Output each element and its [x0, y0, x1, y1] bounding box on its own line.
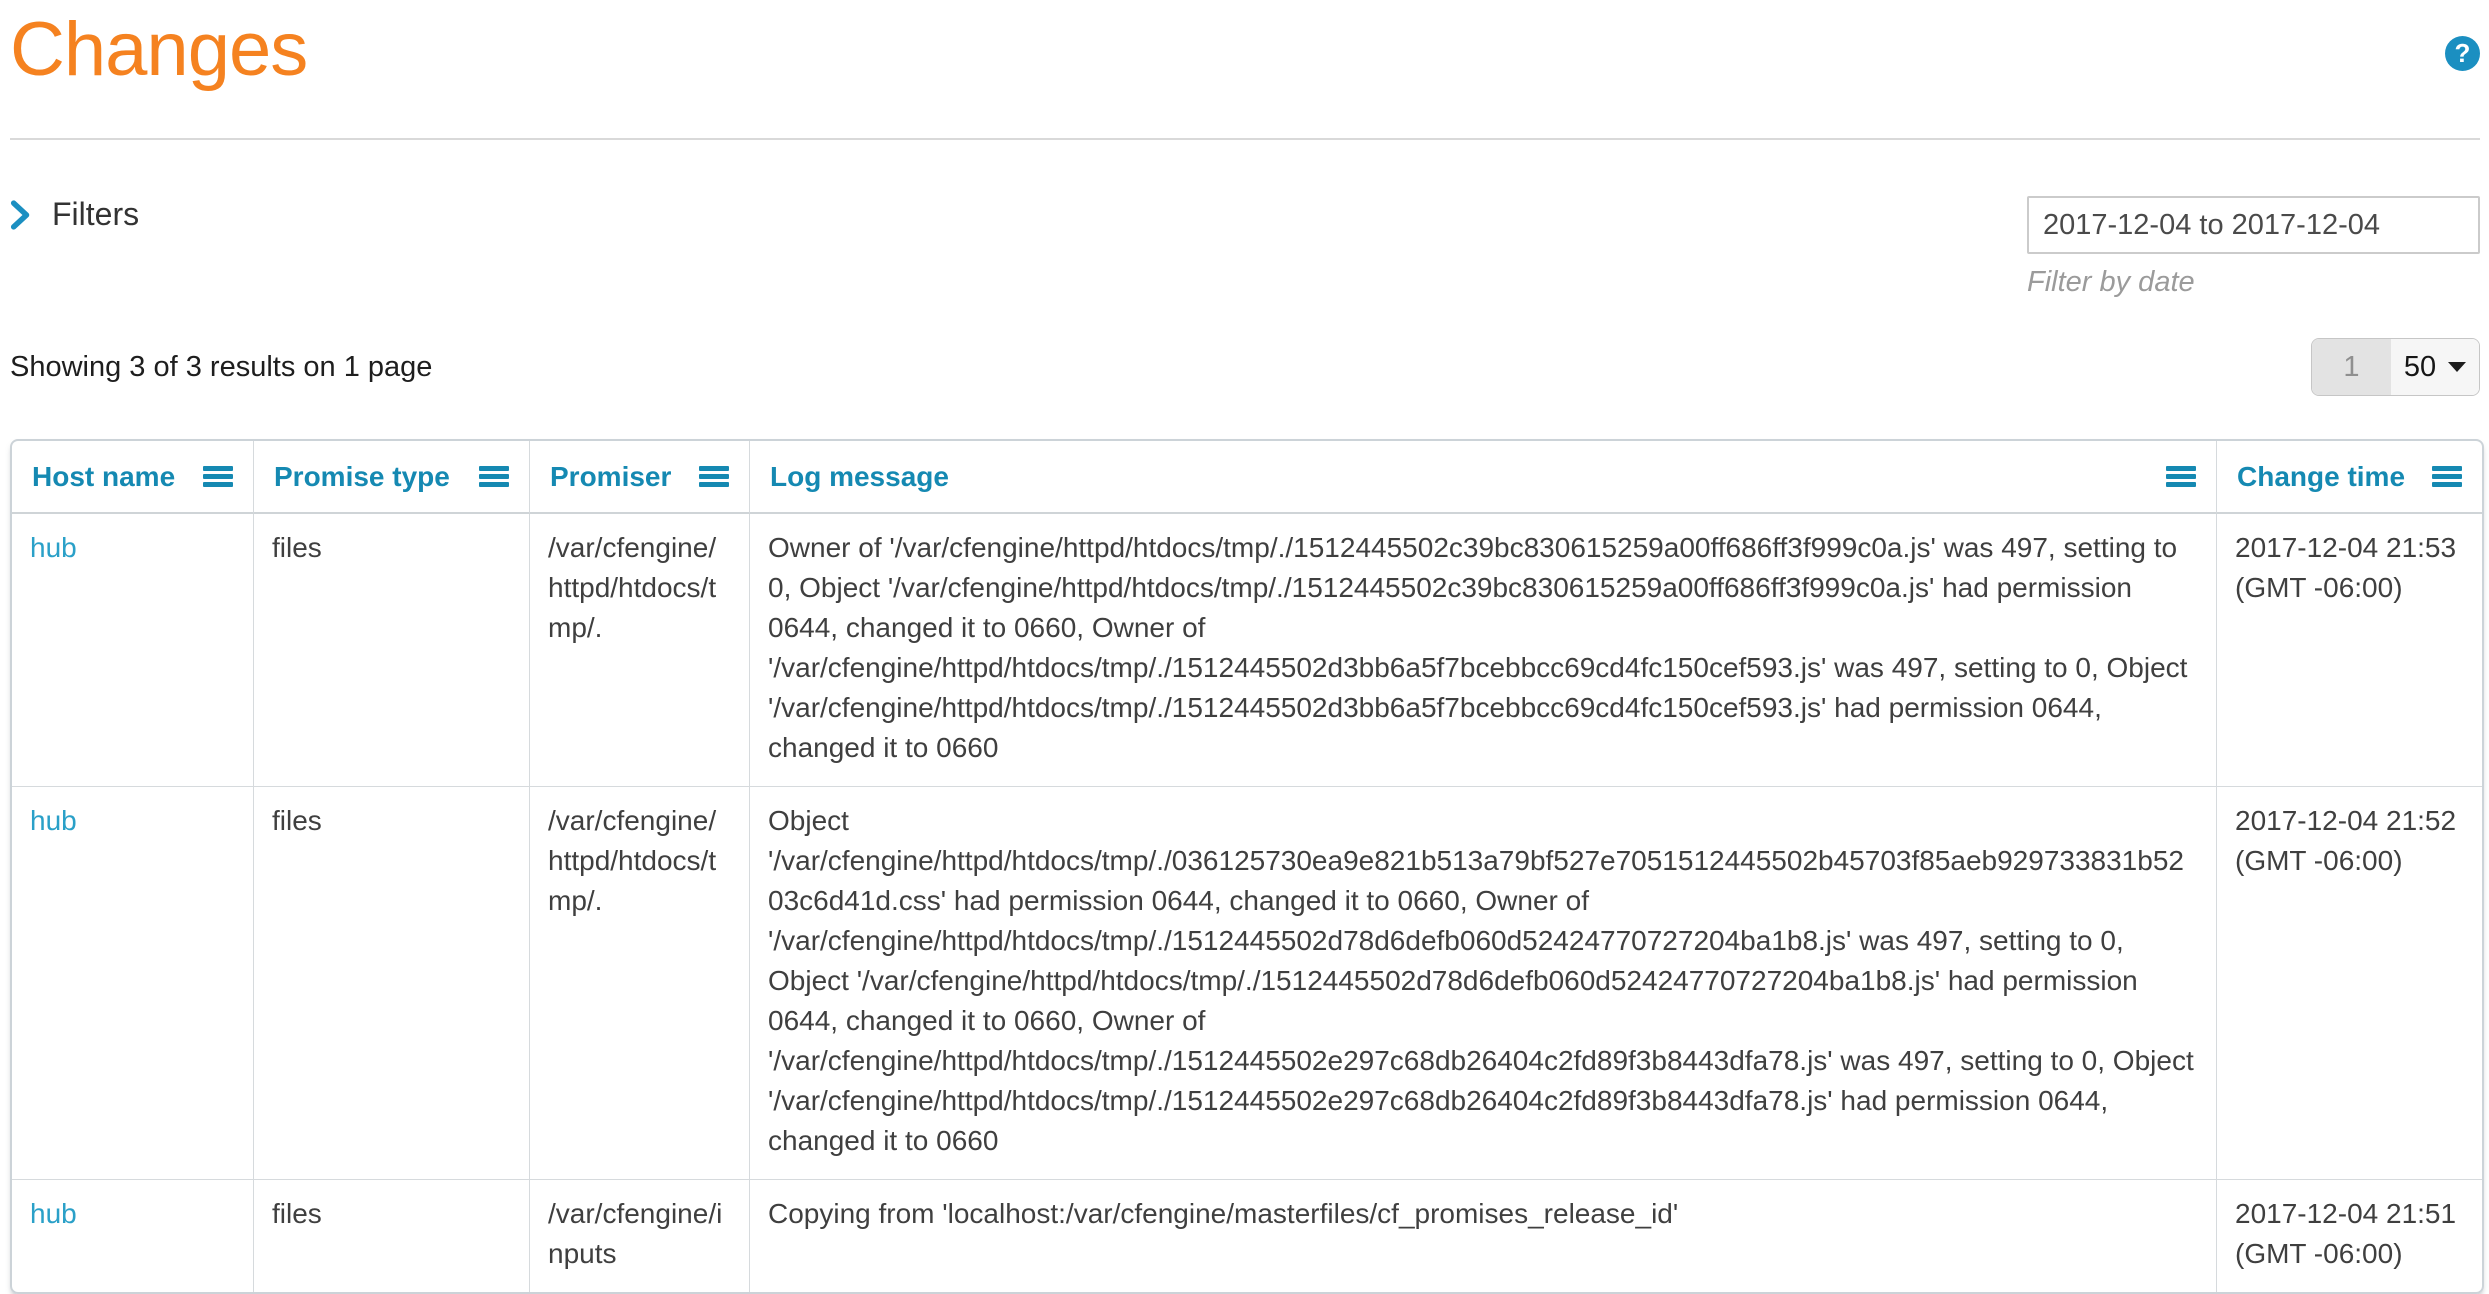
- date-filter-hint: Filter by date: [2027, 266, 2480, 299]
- host-link[interactable]: hub: [30, 805, 77, 836]
- cell-time: 2017-12-04 21:53 (GMT -06:00): [2217, 514, 2482, 786]
- results-row: Showing 3 of 3 results on 1 page 1 50: [10, 338, 2480, 396]
- filters-label: Filters: [52, 196, 139, 233]
- column-header-promiser: Promiser: [530, 441, 750, 514]
- page-title: Changes: [10, 4, 307, 96]
- column-menu-icon[interactable]: [699, 466, 729, 487]
- column-label: Change time: [2237, 461, 2405, 493]
- date-range-input[interactable]: [2027, 196, 2480, 254]
- page-size-value: 50: [2404, 351, 2436, 384]
- table-row: hub files/var/cfengine/httpd/htdocs/tmp/.…: [12, 514, 2482, 786]
- help-icon[interactable]: ?: [2445, 36, 2480, 71]
- page-header: Changes ?: [10, 0, 2480, 96]
- cell-promise-type: files: [254, 514, 530, 786]
- cell-host: hub: [12, 514, 254, 786]
- column-label: Promise type: [274, 461, 450, 493]
- chevron-right-icon: [10, 200, 32, 230]
- column-label: Host name: [32, 461, 175, 493]
- cell-host: hub: [12, 786, 254, 1179]
- cell-log: Owner of '/var/cfengine/httpd/htdocs/tmp…: [750, 514, 2217, 786]
- pagination: 1 50: [2311, 338, 2480, 396]
- header-divider: [10, 138, 2480, 140]
- cell-promise-type: files: [254, 786, 530, 1179]
- changes-table: Host name Promise type Promiser Log message…: [10, 439, 2484, 1294]
- page-size-dropdown[interactable]: 50: [2391, 339, 2479, 395]
- page-number-button[interactable]: 1: [2312, 339, 2391, 395]
- column-header-host: Host name: [12, 441, 254, 514]
- date-filter-group: Filter by date: [2027, 196, 2480, 299]
- column-header-promise-type: Promise type: [254, 441, 530, 514]
- column-menu-icon[interactable]: [2166, 466, 2196, 487]
- column-header-log: Log message: [750, 441, 2217, 514]
- column-header-time: Change time: [2217, 441, 2482, 514]
- cell-log: Object '/var/cfengine/httpd/htdocs/tmp/.…: [750, 786, 2217, 1179]
- column-label: Promiser: [550, 461, 671, 493]
- host-link[interactable]: hub: [30, 532, 77, 563]
- caret-down-icon: [2448, 362, 2466, 372]
- cell-time: 2017-12-04 21:52 (GMT -06:00): [2217, 786, 2482, 1179]
- column-label: Log message: [770, 461, 949, 493]
- host-link[interactable]: hub: [30, 1198, 77, 1229]
- table-header-row: Host name Promise type Promiser Log message…: [12, 441, 2482, 514]
- cell-promiser: /var/cfengine/httpd/htdocs/tmp/.: [530, 514, 750, 786]
- column-menu-icon[interactable]: [2432, 466, 2462, 487]
- results-summary: Showing 3 of 3 results on 1 page: [10, 351, 432, 384]
- filters-toggle[interactable]: Filters: [10, 196, 139, 233]
- column-menu-icon[interactable]: [203, 466, 233, 487]
- table-body: hub files/var/cfengine/httpd/htdocs/tmp/.…: [12, 514, 2482, 1292]
- column-menu-icon[interactable]: [479, 466, 509, 487]
- cell-promiser: /var/cfengine/httpd/htdocs/tmp/.: [530, 786, 750, 1179]
- changes-page: Changes ? Filters Filter by date Showing…: [0, 0, 2489, 1294]
- table-row: hub files/var/cfengine/httpd/htdocs/tmp/.…: [12, 786, 2482, 1179]
- filters-row: Filters Filter by date: [10, 196, 2480, 304]
